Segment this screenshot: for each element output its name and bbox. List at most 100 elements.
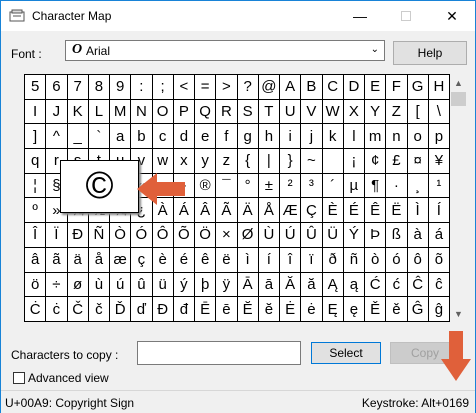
character-cell[interactable]: R: [216, 99, 238, 125]
select-button[interactable]: Select: [311, 342, 381, 364]
character-cell[interactable]: Ę: [322, 297, 344, 322]
advanced-view-toggle[interactable]: Advanced view: [13, 371, 109, 385]
character-cell[interactable]: Č: [67, 297, 89, 322]
character-cell[interactable]: È: [322, 198, 344, 224]
character-cell[interactable]: í: [258, 247, 280, 273]
character-cell[interactable]: X: [343, 99, 365, 125]
character-cell[interactable]: É: [343, 198, 365, 224]
character-cell[interactable]: q: [25, 149, 47, 174]
character-cell[interactable]: ¹: [428, 173, 450, 199]
character-cell[interactable]: H: [428, 75, 450, 100]
character-cell[interactable]: K: [67, 99, 89, 125]
character-cell[interactable]: O: [152, 99, 174, 125]
character-cell[interactable]: º: [25, 198, 47, 224]
character-cell[interactable]: ø: [67, 272, 89, 298]
character-cell[interactable]: Q: [195, 99, 217, 125]
scroll-thumb[interactable]: [451, 92, 466, 106]
character-cell[interactable]: Ô: [152, 223, 174, 248]
character-cell[interactable]: Ñ: [88, 223, 110, 248]
character-cell[interactable]: Æ: [280, 198, 302, 224]
character-cell[interactable]: ³: [301, 173, 323, 199]
character-cell[interactable]: Ă: [280, 272, 302, 298]
character-cell[interactable]: e: [195, 124, 217, 150]
character-cell[interactable]: _: [67, 124, 89, 150]
character-cell[interactable]: Þ: [365, 223, 387, 248]
character-cell[interactable]: m: [365, 124, 387, 150]
character-cell[interactable]: Ē: [195, 297, 217, 322]
character-cell[interactable]: f: [216, 124, 238, 150]
minimize-button[interactable]: —: [337, 1, 383, 31]
character-cell[interactable]: ÿ: [216, 272, 238, 298]
character-cell[interactable]: ę: [343, 297, 365, 322]
character-cell[interactable]: I: [25, 99, 47, 125]
maximize-button[interactable]: [383, 1, 429, 31]
character-cell[interactable]: Ð: [67, 223, 89, 248]
character-cell[interactable]: æ: [110, 247, 132, 273]
character-cell[interactable]: ;: [152, 75, 174, 100]
character-cell[interactable]: ^: [46, 124, 68, 150]
character-cell[interactable]: ë: [216, 247, 238, 273]
character-cell[interactable]: á: [428, 223, 450, 248]
character-cell[interactable]: 9: [110, 75, 132, 100]
character-cell[interactable]: C: [322, 75, 344, 100]
font-dropdown[interactable]: O Arial ⌄: [65, 40, 385, 61]
character-cell[interactable]: ě: [386, 297, 408, 322]
character-cell[interactable]: ]: [25, 124, 47, 150]
character-cell[interactable]: Ā: [237, 272, 259, 298]
character-cell[interactable]: µ: [343, 173, 365, 199]
character-cell[interactable]: =: [195, 75, 217, 100]
character-cell[interactable]: û: [131, 272, 153, 298]
character-cell[interactable]: }: [280, 149, 302, 174]
character-cell[interactable]: ´: [322, 173, 344, 199]
character-cell[interactable]: ®: [195, 173, 217, 199]
character-cell[interactable]: <: [173, 75, 195, 100]
character-cell[interactable]: ¥: [428, 149, 450, 174]
character-cell[interactable]: h: [258, 124, 280, 150]
character-cell[interactable]: N: [131, 99, 153, 125]
character-cell[interactable]: ¸: [407, 173, 429, 199]
character-cell[interactable]: °: [237, 173, 259, 199]
character-cell[interactable]: B: [301, 75, 323, 100]
character-cell[interactable]: ĕ: [258, 297, 280, 322]
character-cell[interactable]: ï: [301, 247, 323, 273]
character-cell[interactable]: >: [216, 75, 238, 100]
character-cell[interactable]: Ù: [258, 223, 280, 248]
character-cell[interactable]: ç: [131, 247, 153, 273]
character-cell[interactable]: â: [25, 247, 47, 273]
character-cell[interactable]: z: [216, 149, 238, 174]
character-cell[interactable]: Ó: [131, 223, 153, 248]
character-cell[interactable]: Ë: [386, 198, 408, 224]
character-cell[interactable]: j: [301, 124, 323, 150]
character-cell[interactable]: ã: [46, 247, 68, 273]
character-cell[interactable]: Ė: [280, 297, 302, 322]
character-cell[interactable]: Ç: [301, 198, 323, 224]
title-bar[interactable]: Character Map — ✕: [1, 1, 475, 31]
character-cell[interactable]: Í: [428, 198, 450, 224]
character-cell[interactable]: ¤: [407, 149, 429, 174]
character-cell[interactable]: [: [407, 99, 429, 125]
character-cell[interactable]: `: [88, 124, 110, 150]
character-cell[interactable]: Ò: [110, 223, 132, 248]
character-cell[interactable]: à: [407, 223, 429, 248]
character-cell[interactable]: y: [195, 149, 217, 174]
character-cell[interactable]: V: [301, 99, 323, 125]
character-cell[interactable]: þ: [195, 272, 217, 298]
character-cell[interactable]: F: [386, 75, 408, 100]
grid-scrollbar[interactable]: ▲ ▼: [450, 74, 467, 322]
character-cell[interactable]: Ý: [343, 223, 365, 248]
character-cell[interactable]: ¢: [365, 149, 387, 174]
character-cell[interactable]: g: [237, 124, 259, 150]
character-cell[interactable]: ĝ: [428, 297, 450, 322]
character-cell[interactable]: S: [237, 99, 259, 125]
character-cell[interactable]: ñ: [343, 247, 365, 273]
character-cell[interactable]: 8: [88, 75, 110, 100]
character-cell[interactable]: Õ: [173, 223, 195, 248]
character-cell[interactable]: Ċ: [25, 297, 47, 322]
character-cell[interactable]: ²: [280, 173, 302, 199]
character-cell[interactable]: î: [280, 247, 302, 273]
character-cell[interactable]: [322, 149, 344, 174]
character-cell[interactable]: P: [173, 99, 195, 125]
character-cell[interactable]: \: [428, 99, 450, 125]
character-cell[interactable]: J: [46, 99, 68, 125]
character-cell[interactable]: :: [131, 75, 153, 100]
